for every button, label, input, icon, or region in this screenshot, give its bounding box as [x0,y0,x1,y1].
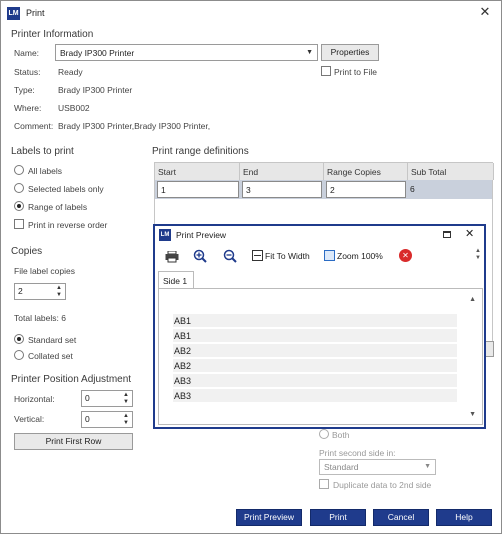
file-label-copies-label: File label copies [14,266,75,276]
list-item: AB2 [173,344,457,358]
header-end: End [240,163,324,180]
reverse-order-label: Print in reverse order [28,220,108,230]
type-label: Type: [14,85,35,95]
tab-side-1-label: Side 1 [163,276,188,286]
preview-canvas: ▲ ▼ AB1 AB1 AB2 AB2 AB3 AB3 [158,288,483,425]
header-start: Start [155,163,240,180]
close-preview-icon[interactable]: ✕ [399,249,412,262]
close-icon[interactable]: ✕ [477,4,493,20]
list-item: AB1 [173,314,457,328]
range-definitions-heading: Print range definitions [152,146,249,157]
zoom-in-icon[interactable] [193,249,207,265]
tab-side-1[interactable]: Side 1 [158,271,194,289]
list-item: AB3 [173,389,457,403]
second-side-select[interactable]: Standard ▼ [319,459,436,475]
list-item: AB2 [173,359,457,373]
collated-set-radio[interactable] [14,350,24,360]
print-to-file-checkbox[interactable] [321,66,331,76]
close-icon[interactable]: ✕ [465,227,474,240]
list-item: AB3 [173,374,457,388]
title-bar: LM Print ✕ [1,1,501,25]
status-value: Ready [58,67,83,77]
print-preview-button[interactable]: Print Preview [236,509,302,526]
horizontal-value: 0 [85,393,90,403]
name-label: Name: [14,48,40,58]
header-range-copies: Range Copies [324,163,408,180]
fit-to-width-icon[interactable] [252,250,263,261]
duplicate-label: Duplicate data to 2nd side [333,480,432,490]
printer-info-heading: Printer Information [11,29,94,40]
toolbar-scroll-icon[interactable]: ▲ ▼ [475,248,481,262]
horizontal-stepper[interactable]: 0 ▲ ▼ [81,390,133,407]
status-label: Status: [14,67,41,77]
copies-heading: Copies [11,246,43,257]
second-side-label: Print second side in: [319,448,396,458]
copies-stepper[interactable]: 2 ▲ ▼ [14,283,66,300]
stepper-arrows-icon[interactable]: ▲ ▼ [56,285,62,299]
zoom-100-icon[interactable] [324,250,335,261]
where-label: Where: [14,103,42,113]
end-cell[interactable]: 3 [242,181,322,198]
range-copies-cell[interactable]: 2 [326,181,406,198]
all-labels-label: All labels [28,166,63,176]
reverse-order-checkbox[interactable] [14,219,24,229]
preview-logo: LM [159,229,171,241]
print-first-row-button[interactable]: Print First Row [14,433,133,450]
printer-name-select[interactable]: Brady IP300 Printer ▼ [55,44,318,61]
printer-icon[interactable] [165,250,179,263]
range-of-labels-label: Range of labels [28,202,88,212]
print-preview-window: LM Print Preview ✕ Fit To Width Zoom 100… [153,224,486,429]
collated-set-label: Collated set [28,351,73,361]
stepper-arrows-icon[interactable]: ▲ ▼ [123,413,129,427]
sub-total-cell: 6 [410,184,415,194]
preview-title: Print Preview [176,230,227,240]
print-button[interactable]: Print [310,509,366,526]
position-adjustment-heading: Printer Position Adjustment [11,374,132,385]
horizontal-label: Horizontal: [14,394,55,404]
app-logo: LM [7,7,20,20]
vertical-label: Vertical: [14,414,45,424]
header-sub-total: Sub Total [408,163,494,180]
scroll-down-icon[interactable]: ▼ [469,411,476,418]
selected-labels-radio[interactable] [14,183,24,193]
where-value: USB002 [58,103,90,113]
labels-to-print-heading: Labels to print [11,146,74,157]
start-cell[interactable]: 1 [157,181,239,198]
grid-side-button[interactable] [485,341,494,357]
comment-label: Comment: [14,121,54,131]
maximize-icon[interactable] [443,231,451,238]
duplicate-checkbox[interactable] [319,479,329,489]
stepper-arrows-icon[interactable]: ▲ ▼ [123,392,129,406]
cancel-button[interactable]: Cancel [373,509,429,526]
fit-to-width-label[interactable]: Fit To Width [265,251,310,261]
printer-name-value: Brady IP300 Printer [60,48,135,58]
both-radio[interactable] [319,429,329,439]
total-labels: Total labels: 6 [14,313,66,323]
vertical-stepper[interactable]: 0 ▲ ▼ [81,411,133,428]
standard-set-radio[interactable] [14,334,24,344]
type-value: Brady IP300 Printer [58,85,133,95]
print-dialog: LM Print ✕ Printer Information Name: Bra… [0,0,502,534]
properties-button[interactable]: Properties [321,44,379,61]
help-button[interactable]: Help [436,509,492,526]
selected-labels-label: Selected labels only [28,184,104,194]
print-to-file-label: Print to File [334,67,377,77]
copies-value: 2 [18,286,23,296]
range-of-labels-radio[interactable] [14,201,24,211]
all-labels-radio[interactable] [14,165,24,175]
list-item: AB1 [173,329,457,343]
window-title: Print [26,8,45,18]
second-side-value: Standard [324,462,359,472]
chevron-down-icon: ▼ [424,463,431,470]
comment-value: Brady IP300 Printer,Brady IP300 Printer, [58,121,211,131]
vertical-value: 0 [85,414,90,424]
zoom-out-icon[interactable] [223,249,237,265]
scroll-up-icon[interactable]: ▲ [469,296,476,303]
zoom-100-label[interactable]: Zoom 100% [337,251,383,261]
both-label: Both [332,430,350,440]
standard-set-label: Standard set [28,335,77,345]
chevron-down-icon: ▼ [306,49,313,56]
